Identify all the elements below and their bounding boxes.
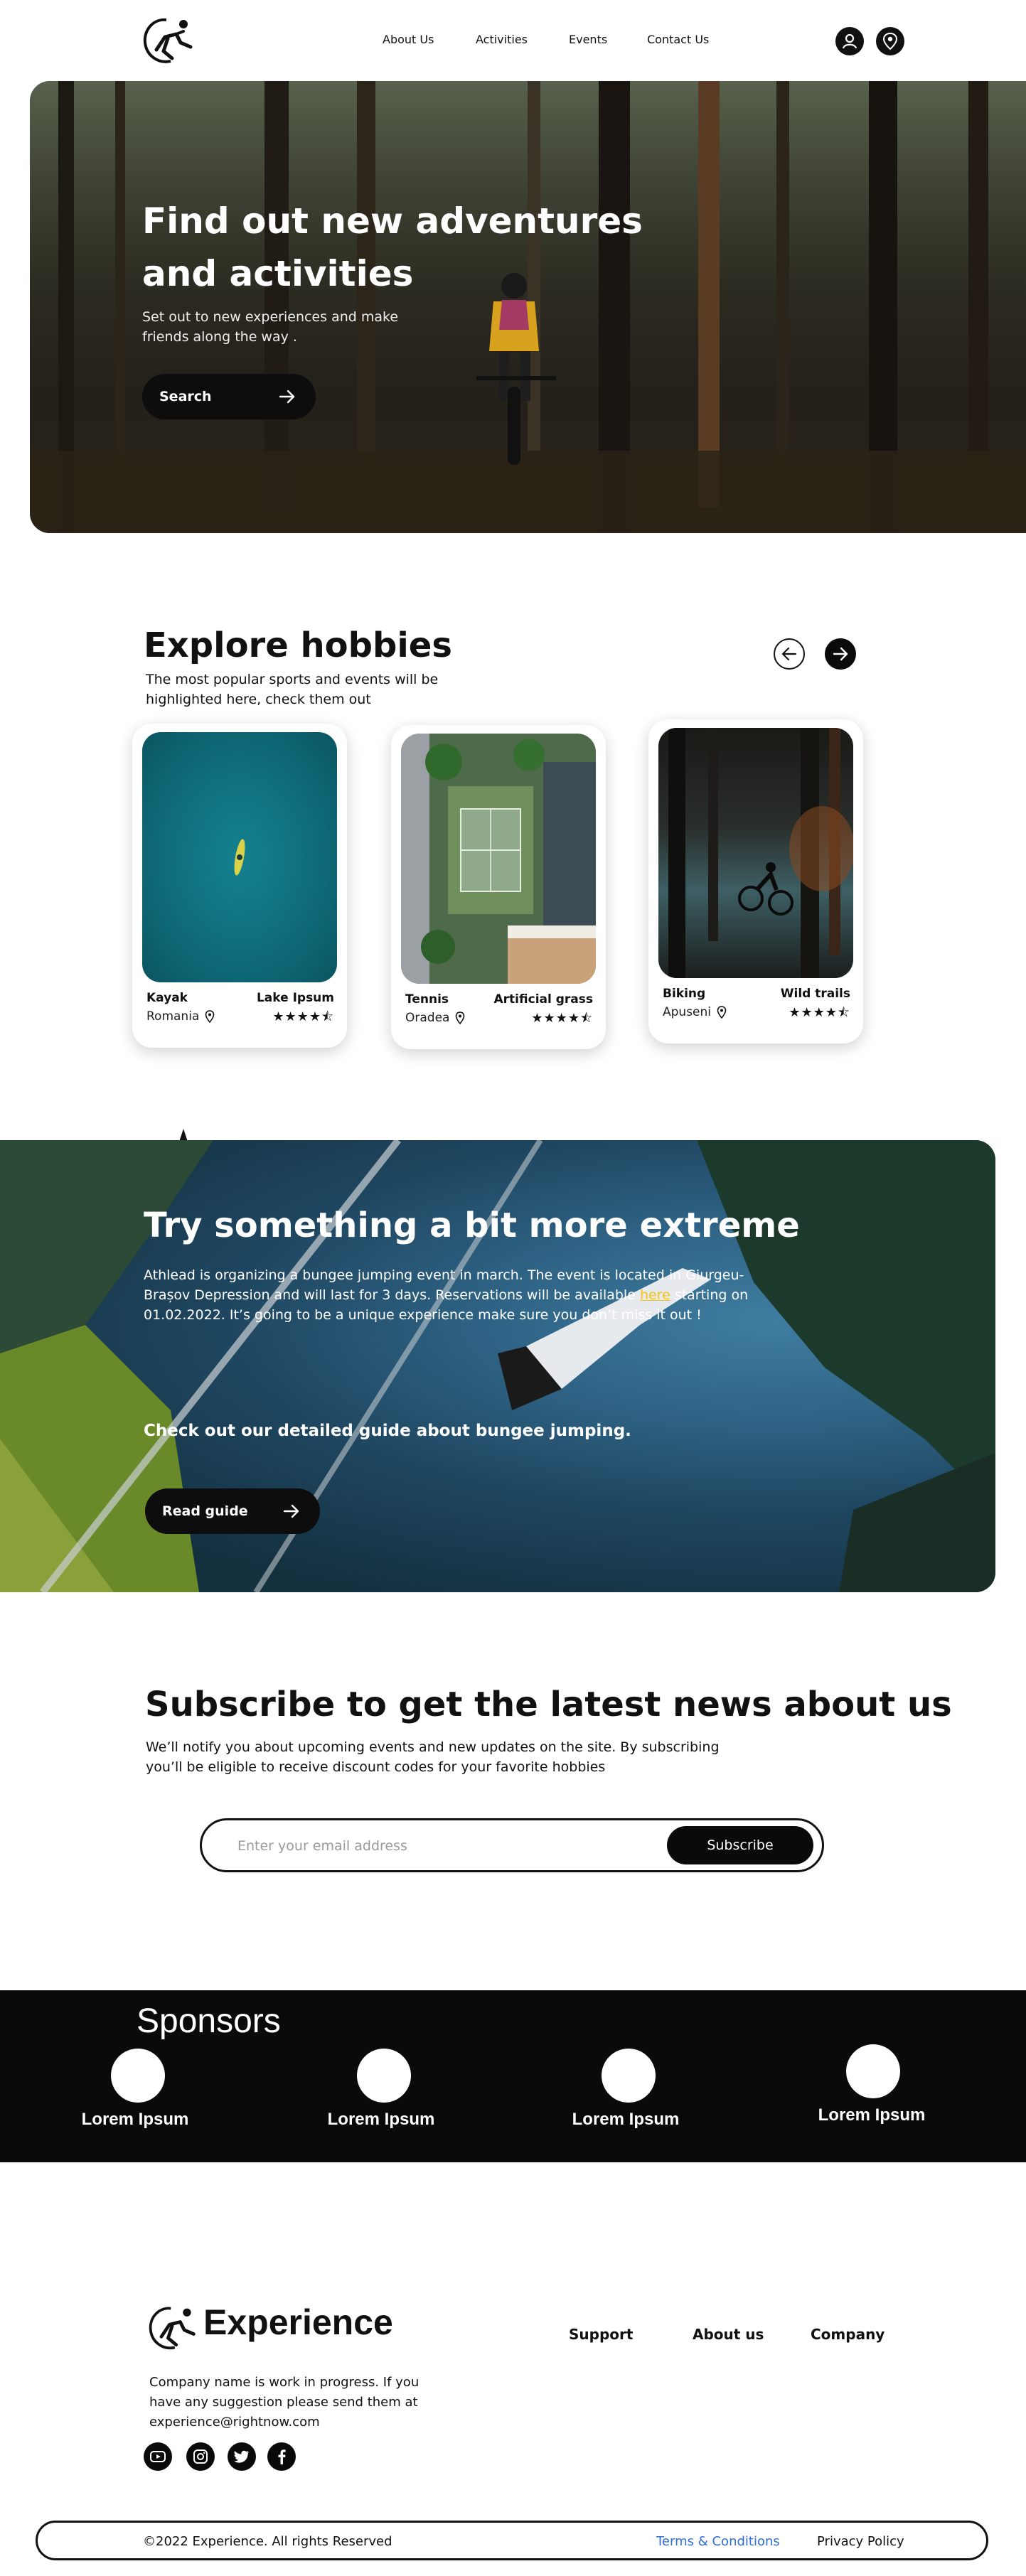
search-button[interactable]: Search <box>142 374 316 419</box>
extreme-body: Athlead is organizing a bungee jumping e… <box>144 1265 755 1325</box>
email-input[interactable] <box>237 1833 636 1859</box>
location-pin-icon <box>717 1006 727 1019</box>
explore-subtitle: The most popular sports and events will … <box>146 672 439 707</box>
card-location: Oradea <box>405 1011 465 1025</box>
youtube-icon[interactable] <box>144 2442 172 2471</box>
nav-events[interactable]: Events <box>569 33 607 46</box>
hobby-card-biking[interactable]: Biking Wild trails Apuseni ★★★★⯪ <box>648 719 863 1043</box>
read-guide-label: Read guide <box>162 1503 248 1519</box>
search-button-label: Search <box>159 389 212 404</box>
card-location: Romania <box>146 1009 215 1024</box>
read-guide-button[interactable]: Read guide <box>145 1488 320 1534</box>
card-location: Apuseni <box>663 1005 727 1019</box>
rating-stars: ★★★★⯪ <box>789 1005 850 1020</box>
extreme-title: Try something a bit more extreme <box>144 1206 800 1245</box>
kayak-image <box>142 732 337 982</box>
card-location-text: Oradea <box>405 1011 450 1025</box>
terms-link[interactable]: Terms & Conditions <box>656 2534 780 2549</box>
card-tag: Lake Ipsum <box>256 991 334 1005</box>
rating-stars: ★★★★⯪ <box>531 1011 593 1026</box>
card-title: Biking <box>663 987 706 1001</box>
hobby-card-tennis[interactable]: Tennis Artificial grass Oradea ★★★★⯪ <box>391 725 606 1049</box>
carousel-next-button[interactable] <box>825 638 856 670</box>
footer-link-support[interactable]: Support <box>569 2326 633 2343</box>
reservation-link[interactable]: here <box>640 1287 670 1303</box>
sponsor-name: Lorem Ipsum <box>81 2110 189 2129</box>
user-icon[interactable] <box>835 27 864 55</box>
card-title: Kayak <box>146 991 188 1005</box>
card-title: Tennis <box>405 992 449 1007</box>
hero-title: Find out new adventures and activities <box>142 200 643 294</box>
sponsor-name: Lorem Ipsum <box>572 2110 680 2129</box>
carousel-prev-button[interactable] <box>774 638 805 670</box>
privacy-link[interactable]: Privacy Policy <box>817 2534 904 2549</box>
footer-link-about-us[interactable]: About us <box>693 2326 764 2343</box>
brand-name: Experience <box>203 2302 393 2342</box>
nav-contact-us[interactable]: Contact Us <box>647 33 709 46</box>
location-pin-icon <box>456 1011 465 1024</box>
logo-icon[interactable] <box>145 2303 202 2354</box>
card-location-text: Apuseni <box>663 1005 712 1019</box>
hero-subtitle: Set out to new experiences and make frie… <box>142 309 399 345</box>
arrow-left-icon <box>781 647 797 661</box>
sponsor-logo[interactable] <box>357 2049 411 2103</box>
subscribe-text: We’ll notify you about upcoming events a… <box>146 1739 720 1775</box>
nav-about-us[interactable]: About Us <box>383 33 434 46</box>
sponsor-name: Lorem Ipsum <box>327 2110 435 2129</box>
subscribe-button[interactable]: Subscribe <box>667 1826 813 1864</box>
instagram-icon[interactable] <box>186 2442 215 2471</box>
location-pin-icon <box>205 1010 215 1023</box>
arrow-right-icon <box>279 390 295 404</box>
card-tag: Wild trails <box>780 987 850 1001</box>
facebook-icon[interactable] <box>267 2442 296 2471</box>
sponsor-logo[interactable] <box>846 2044 900 2098</box>
sponsor-name: Lorem Ipsum <box>818 2105 926 2125</box>
sponsor-logo[interactable] <box>111 2049 165 2103</box>
sponsors-section: Sponsors Lorem Ipsum Lorem Ipsum Lorem I… <box>0 1990 1026 2162</box>
card-location-text: Romania <box>146 1009 200 1024</box>
logo-icon[interactable] <box>139 14 199 68</box>
footer-link-company[interactable]: Company <box>811 2326 885 2343</box>
footer-description: Company name is work in progress. If you… <box>149 2375 420 2430</box>
card-tag: Artificial grass <box>493 992 593 1007</box>
location-pin-icon[interactable] <box>876 27 904 55</box>
tennis-image <box>401 734 596 984</box>
arrow-right-icon <box>833 647 848 661</box>
nav-activities[interactable]: Activities <box>476 33 528 46</box>
hero-banner: Find out new adventures and activities S… <box>30 81 1026 533</box>
arrow-right-icon <box>283 1504 299 1518</box>
hobby-card-kayak[interactable]: Kayak Lake Ipsum Romania ★★★★⯪ <box>132 724 347 1048</box>
subscribe-title: Subscribe to get the latest news about u… <box>145 1685 952 1724</box>
guide-heading: Check out our detailed guide about bunge… <box>144 1422 631 1440</box>
sponsors-title: Sponsors <box>137 2002 281 2040</box>
subscribe-form: Subscribe <box>200 1818 824 1872</box>
copyright-text: ©2022 Experience. All rights Reserved <box>143 2534 392 2549</box>
explore-title: Explore hobbies <box>144 626 452 665</box>
twitter-icon[interactable] <box>228 2442 256 2471</box>
rating-stars: ★★★★⯪ <box>272 1009 334 1024</box>
footer-bottom-bar: ©2022 Experience. All rights Reserved Te… <box>36 2521 988 2560</box>
extreme-banner: Try something a bit more extreme Athlead… <box>0 1140 995 1592</box>
sponsor-logo[interactable] <box>602 2049 656 2103</box>
biking-image <box>658 728 853 978</box>
